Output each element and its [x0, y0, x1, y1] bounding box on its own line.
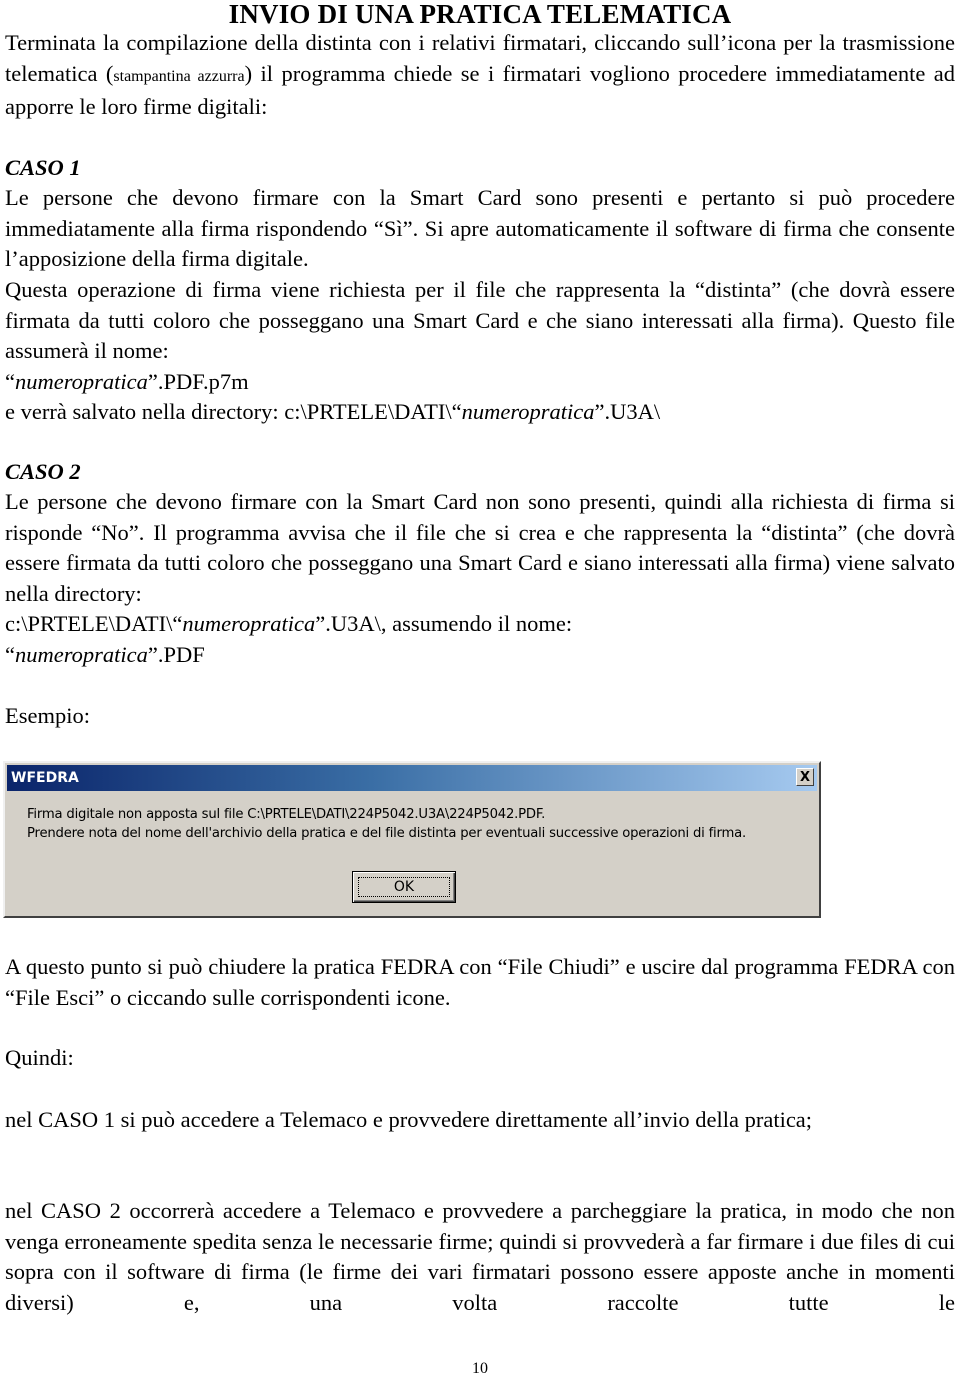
caso1-paragraph-2: Questa operazione di firma viene richies… — [5, 277, 955, 363]
caso2-directory: c:\PRTELE\DATI\“numeropratica”.U3A\, ass… — [5, 609, 955, 640]
filename-extension: ”.PDF — [147, 642, 205, 667]
filename-extension: ”.PDF.p7m — [147, 369, 249, 394]
directory-placeholder: numeropratica — [461, 399, 595, 424]
dialog-message: Firma digitale non apposta sul file C:\P… — [27, 805, 746, 843]
wfedra-dialog: WFEDRA X Firma digitale non apposta sul … — [3, 761, 821, 918]
caso2-summary: nel CASO 2 occorrerà accedere a Telemaco… — [5, 1198, 955, 1315]
directory-placeholder: numeropratica — [182, 611, 316, 636]
dialog-titlebar[interactable]: WFEDRA X — [7, 765, 817, 791]
directory-prefix: c:\PRTELE\DATI\“ — [5, 611, 183, 636]
quote-open: “ — [5, 369, 15, 394]
caso2-heading: CASO 2 — [5, 459, 81, 484]
dialog-message-line-1: Firma digitale non apposta sul file C:\P… — [27, 807, 546, 822]
closing-paragraph: A questo punto si può chiudere la pratic… — [5, 954, 955, 1010]
page-title: INVIO DI UNA PRATICA TELEMATICA — [228, 0, 732, 29]
example-label: Esempio: — [5, 703, 90, 728]
page-number: 10 — [472, 1360, 488, 1377]
ok-button[interactable]: OK — [352, 871, 456, 903]
caso2-filename: “numeropratica”.PDF — [5, 640, 955, 671]
caso1-heading: CASO 1 — [5, 155, 81, 180]
caso1-summary: nel CASO 1 si può accedere a Telemaco e … — [5, 1107, 813, 1132]
intro-small-note: stampantina azzurra — [113, 67, 245, 85]
dialog-title: WFEDRA — [11, 770, 79, 786]
caso2-paragraph: Le persone che devono firmare con la Sma… — [5, 489, 955, 606]
close-icon: X — [799, 769, 811, 785]
focus-rectangle — [358, 877, 450, 897]
caso1-directory: e verrà salvato nella directory: c:\PRTE… — [5, 397, 955, 428]
quote-open: “ — [5, 642, 15, 667]
directory-prefix: e verrà salvato nella directory: c:\PRTE… — [5, 399, 462, 424]
intro-paragraph: Terminata la compilazione della distinta… — [5, 28, 955, 123]
filename-placeholder: numeropratica — [15, 642, 148, 667]
close-button[interactable]: X — [796, 768, 814, 786]
filename-placeholder: numeropratica — [15, 369, 148, 394]
caso1-paragraph-1: Le persone che devono firmare con la Sma… — [5, 185, 955, 271]
quindi-label: Quindi: — [5, 1045, 74, 1070]
directory-suffix: ”.U3A\ — [594, 399, 661, 424]
dialog-message-line-2: Prendere nota del nome dell'archivio del… — [27, 826, 747, 841]
caso1-filename: “numeropratica”.PDF.p7m — [5, 367, 955, 398]
directory-suffix: ”.U3A\, assumendo il nome: — [315, 611, 573, 636]
